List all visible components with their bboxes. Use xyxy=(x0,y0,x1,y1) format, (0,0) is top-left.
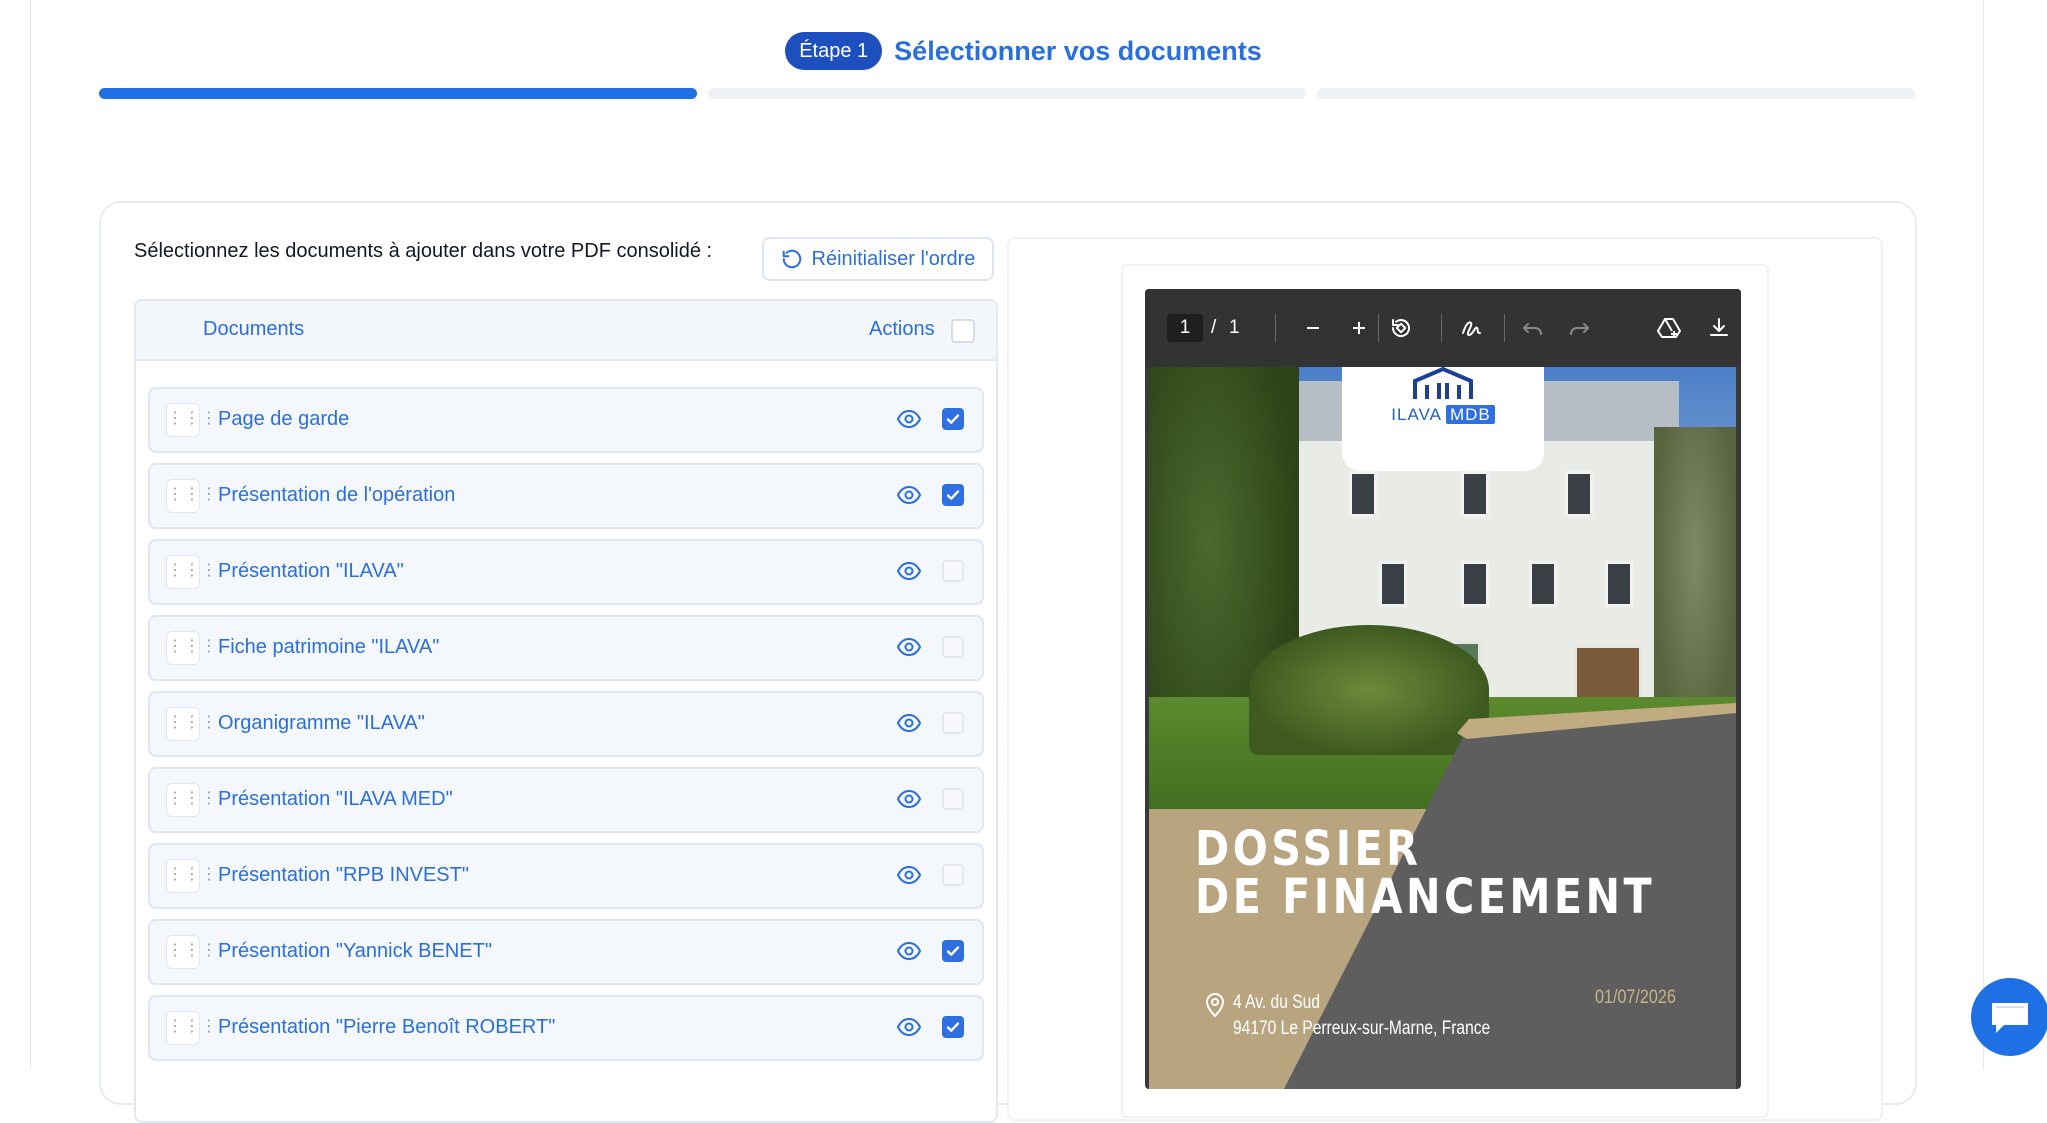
toolbar-divider xyxy=(1504,314,1505,342)
cover-address-line2: 94170 Le Perreux-sur-Marne, France xyxy=(1233,1018,1491,1039)
drag-handle-icon[interactable]: ⋮⋮⋮ xyxy=(166,935,217,969)
preview-eye-icon[interactable] xyxy=(896,1016,922,1038)
pdf-cover-page: ILAVA MDB DOSSIER DE FINANCEMENT 4 Av. du… xyxy=(1149,367,1736,1089)
drag-handle-icon[interactable]: ⋮⋮⋮ xyxy=(166,479,217,513)
drag-handle-icon[interactable]: ⋮⋮⋮ xyxy=(166,403,217,437)
document-row[interactable]: ⋮⋮⋮ Présentation "ILAVA MED" xyxy=(148,767,984,833)
logo-house-icon xyxy=(1413,367,1473,399)
reset-order-button[interactable]: Réinitialiser l'ordre xyxy=(762,237,994,281)
pdf-toolbar: 1 / 1 xyxy=(1145,289,1741,367)
drag-handle-icon[interactable]: ⋮⋮⋮ xyxy=(166,555,217,589)
select-all-checkbox[interactable] xyxy=(951,319,975,343)
document-label: Présentation de l'opération xyxy=(218,484,456,506)
document-row[interactable]: ⋮⋮⋮ Présentation "ILAVA" xyxy=(148,539,984,605)
page-edge-left xyxy=(30,0,31,1070)
chat-bubble-icon xyxy=(1992,1003,2028,1033)
cover-address-line1: 4 Av. du Sud xyxy=(1233,992,1320,1013)
document-checkbox[interactable] xyxy=(942,636,964,658)
logo-card: ILAVA MDB xyxy=(1342,367,1544,471)
draw-icon[interactable] xyxy=(1458,314,1486,342)
toolbar-divider xyxy=(1441,314,1442,342)
document-label: Présentation "Yannick BENET" xyxy=(218,940,492,962)
document-checkbox[interactable] xyxy=(942,560,964,582)
preview-eye-icon[interactable] xyxy=(896,712,922,734)
document-checkbox[interactable] xyxy=(942,712,964,734)
document-checkbox[interactable] xyxy=(942,1016,964,1038)
documents-table-header: Documents Actions xyxy=(136,301,996,361)
preview-eye-icon[interactable] xyxy=(896,940,922,962)
instruction-text: Sélectionnez les documents à ajouter dan… xyxy=(134,240,713,262)
preview-eye-icon[interactable] xyxy=(896,864,922,886)
cover-title-line1: DOSSIER xyxy=(1195,821,1422,877)
cover-date: 01/07/2026 xyxy=(1595,987,1676,1008)
download-icon[interactable] xyxy=(1705,314,1733,342)
document-row[interactable]: ⋮⋮⋮ Présentation "RPB INVEST" xyxy=(148,843,984,909)
header-actions: Actions xyxy=(869,318,935,340)
toolbar-divider xyxy=(1275,314,1276,342)
stepper-header: Étape 1 Sélectionner vos documents xyxy=(0,32,2047,70)
drag-handle-icon[interactable]: ⋮⋮⋮ xyxy=(166,859,217,893)
document-checkbox[interactable] xyxy=(942,864,964,886)
page-edge-right xyxy=(1983,0,1984,1070)
document-label: Organigramme "ILAVA" xyxy=(218,712,425,734)
step-title: Sélectionner vos documents xyxy=(894,35,1262,66)
document-label: Présentation "RPB INVEST" xyxy=(218,864,469,886)
add-to-drive-icon[interactable] xyxy=(1655,314,1683,342)
document-checkbox[interactable] xyxy=(942,788,964,810)
preview-eye-icon[interactable] xyxy=(896,408,922,430)
document-checkbox[interactable] xyxy=(942,940,964,962)
header-documents: Documents xyxy=(203,318,305,340)
preview-eye-icon[interactable] xyxy=(896,484,922,506)
document-checkbox[interactable] xyxy=(942,484,964,506)
page-separator: / xyxy=(1211,317,1217,338)
zoom-out-icon[interactable] xyxy=(1299,314,1327,342)
logo-badge: MDB xyxy=(1445,405,1495,424)
drag-handle-icon[interactable]: ⋮⋮⋮ xyxy=(166,631,217,665)
document-label: Présentation "ILAVA" xyxy=(218,560,404,582)
chat-button[interactable] xyxy=(1971,978,2047,1056)
toolbar-divider xyxy=(1378,314,1379,342)
pdf-viewer: 1 / 1 ILAVA MDB DOSSIER DE FINANCEMENT 4… xyxy=(1145,289,1741,1089)
progress-segment-2 xyxy=(708,88,1306,99)
document-checkbox[interactable] xyxy=(942,408,964,430)
document-row[interactable]: ⋮⋮⋮ Fiche patrimoine "ILAVA" xyxy=(148,615,984,681)
document-label: Présentation "Pierre Benoît ROBERT" xyxy=(218,1016,556,1038)
hedge xyxy=(1249,625,1489,755)
document-row[interactable]: ⋮⋮⋮ Organigramme "ILAVA" xyxy=(148,691,984,757)
reset-order-label: Réinitialiser l'ordre xyxy=(811,247,976,270)
documents-table: Documents Actions ⋮⋮⋮ Page de garde ⋮⋮⋮ Pré… xyxy=(134,299,998,1123)
document-label: Fiche patrimoine "ILAVA" xyxy=(218,636,440,658)
document-label: Page de garde xyxy=(218,408,350,430)
document-label: Présentation "ILAVA MED" xyxy=(218,788,453,810)
logo-name: ILAVA xyxy=(1391,405,1442,424)
preview-eye-icon[interactable] xyxy=(896,636,922,658)
page-total: 1 xyxy=(1229,317,1240,338)
location-pin-icon xyxy=(1205,993,1225,1018)
document-row[interactable]: ⋮⋮⋮ Présentation "Yannick BENET" xyxy=(148,919,984,985)
drag-handle-icon[interactable]: ⋮⋮⋮ xyxy=(166,783,217,817)
document-row[interactable]: ⋮⋮⋮ Présentation de l'opération xyxy=(148,463,984,529)
zoom-in-icon[interactable] xyxy=(1345,314,1373,342)
progress-segment-3 xyxy=(1317,88,1915,99)
drag-handle-icon[interactable]: ⋮⋮⋮ xyxy=(166,707,217,741)
drag-handle-icon[interactable]: ⋮⋮⋮ xyxy=(166,1011,217,1045)
step-badge: Étape 1 xyxy=(785,32,883,70)
progress-segment-1 xyxy=(99,88,697,99)
rotate-icon[interactable] xyxy=(1387,314,1415,342)
preview-eye-icon[interactable] xyxy=(896,560,922,582)
document-row[interactable]: ⋮⋮⋮ Présentation "Pierre Benoît ROBERT" xyxy=(148,995,984,1061)
page-number-input[interactable]: 1 xyxy=(1167,314,1203,342)
document-row[interactable]: ⋮⋮⋮ Page de garde xyxy=(148,387,984,453)
undo-icon[interactable] xyxy=(1519,314,1547,342)
logo-text: ILAVA MDB xyxy=(1342,405,1544,425)
preview-eye-icon[interactable] xyxy=(896,788,922,810)
rotate-ccw-icon xyxy=(782,249,801,269)
cover-title-line2: DE FINANCEMENT xyxy=(1195,869,1656,925)
redo-icon[interactable] xyxy=(1565,314,1593,342)
